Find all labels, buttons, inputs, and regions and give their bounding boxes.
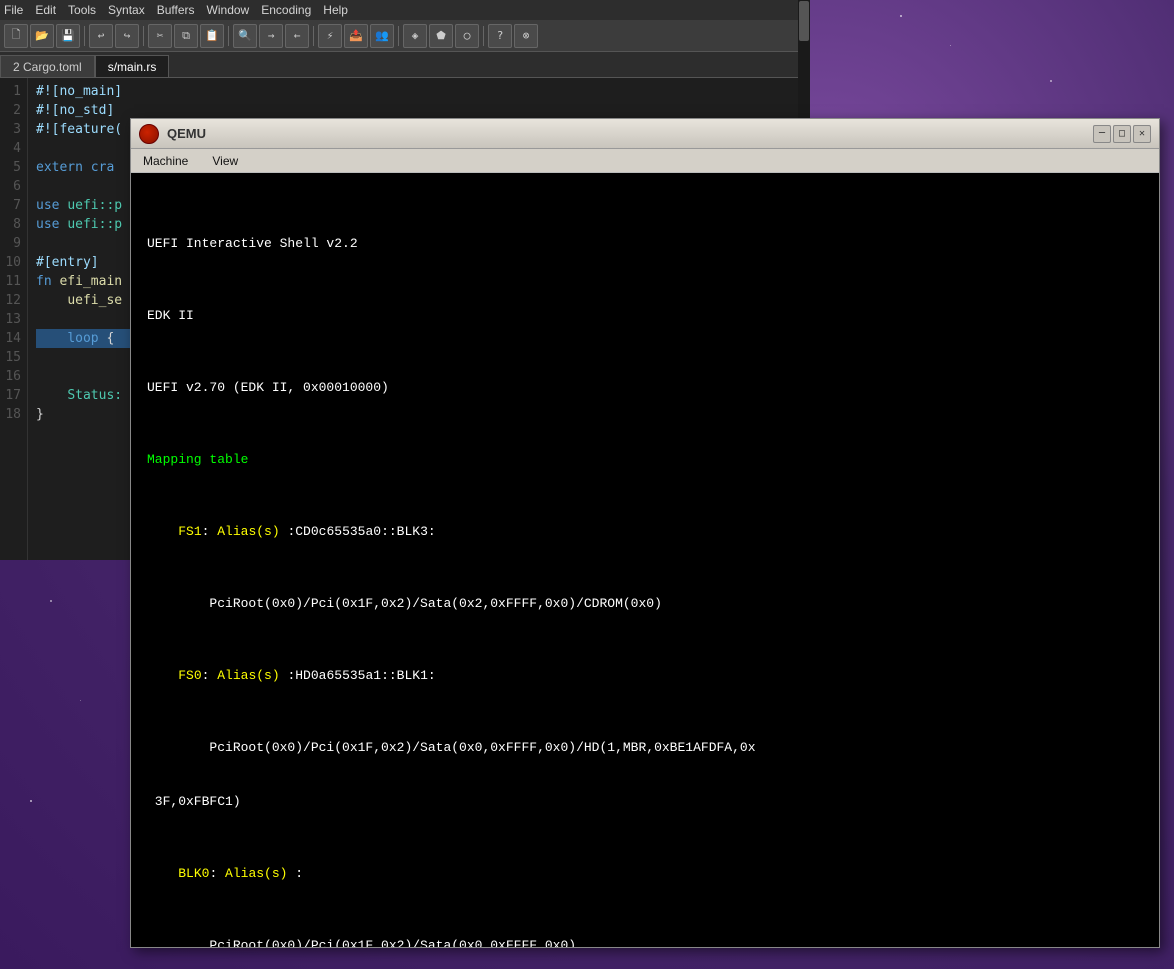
qemu-title: QEMU — [167, 126, 206, 141]
qemu-title-buttons: ─ □ ✕ — [1093, 125, 1151, 143]
open-button[interactable]: 📂 — [30, 24, 54, 48]
terminal-line-3: UEFI v2.70 (EDK II, 0x00010000) — [147, 379, 1143, 397]
terminal-line-2: EDK II — [147, 307, 1143, 325]
toolbar-sep-6 — [483, 26, 484, 46]
extra-btn-6[interactable]: ◯ — [455, 24, 479, 48]
editor-toolbar: 🗋 📂 💾 ↩ ↪ ✂ ⧉ 📋 🔍 → ← ⚡ 📤 👥 ◈ ⬟ ◯ ? ⊗ — [0, 20, 810, 52]
tab-cargo[interactable]: 2 Cargo.toml — [0, 55, 95, 77]
toolbar-sep-1 — [84, 26, 85, 46]
qemu-maximize-button[interactable]: □ — [1113, 125, 1131, 143]
menu-file[interactable]: File — [4, 3, 23, 17]
nav-forward-button[interactable]: → — [259, 24, 283, 48]
nav-back-button[interactable]: ← — [285, 24, 309, 48]
terminal-line-7: FS0: Alias(s) :HD0a65535a1::BLK1: — [147, 667, 1143, 685]
extra-btn-3[interactable]: 👥 — [370, 24, 394, 48]
terminal-line-8b: 3F,0xFBFC1) — [147, 793, 1143, 811]
copy-button[interactable]: ⧉ — [174, 24, 198, 48]
editor-menubar: File Edit Tools Syntax Buffers Window En… — [0, 0, 810, 20]
terminal-line-1: UEFI Interactive Shell v2.2 — [147, 235, 1143, 253]
help-button[interactable]: ? — [488, 24, 512, 48]
line-numbers: 1 2 3 4 5 6 7 8 9 10 11 12 13 14 15 16 1… — [0, 78, 28, 560]
menu-tools[interactable]: Tools — [68, 3, 96, 17]
extra-btn-5[interactable]: ⬟ — [429, 24, 453, 48]
toolbar-sep-4 — [313, 26, 314, 46]
new-button[interactable]: 🗋 — [4, 24, 28, 48]
menu-encoding[interactable]: Encoding — [261, 3, 311, 17]
extra-btn-1[interactable]: ⚡ — [318, 24, 342, 48]
toolbar-sep-5 — [398, 26, 399, 46]
menu-window[interactable]: Window — [207, 3, 250, 17]
qemu-screen[interactable]: UEFI Interactive Shell v2.2 EDK II UEFI … — [131, 173, 1159, 947]
terminal-line-8: PciRoot(0x0)/Pci(0x1F,0x2)/Sata(0x0,0xFF… — [147, 739, 1143, 757]
menu-edit[interactable]: Edit — [35, 3, 56, 17]
search-button[interactable]: 🔍 — [233, 24, 257, 48]
paste-button[interactable]: 📋 — [200, 24, 224, 48]
menu-help[interactable]: Help — [323, 3, 348, 17]
tab-main-rs[interactable]: s/main.rs — [95, 55, 170, 77]
terminal-line-10: PciRoot(0x0)/Pci(0x1F,0x2)/Sata(0x0,0xFF… — [147, 937, 1143, 947]
terminal-line-9: BLK0: Alias(s) : — [147, 865, 1143, 883]
qemu-menu-view[interactable]: View — [208, 152, 242, 170]
extra-btn-2[interactable]: 📤 — [344, 24, 368, 48]
redo-button[interactable]: ↪ — [115, 24, 139, 48]
qemu-logo-icon — [139, 124, 159, 144]
toolbar-sep-3 — [228, 26, 229, 46]
cut-button[interactable]: ✂ — [148, 24, 172, 48]
code-line-1: #![no_main] — [36, 82, 802, 101]
save-button[interactable]: 💾 — [56, 24, 80, 48]
terminal-line-6: PciRoot(0x0)/Pci(0x1F,0x2)/Sata(0x2,0xFF… — [147, 595, 1143, 613]
qemu-window: QEMU ─ □ ✕ Machine View UEFI Interactive… — [130, 118, 1160, 948]
terminal-line-4: Mapping table — [147, 451, 1143, 469]
extra-btn-4[interactable]: ◈ — [403, 24, 427, 48]
terminal-line-5: FS1: Alias(s) :CD0c65535a0::BLK3: — [147, 523, 1143, 541]
editor-tabs: 2 Cargo.toml s/main.rs — [0, 52, 810, 78]
menu-buffers[interactable]: Buffers — [157, 3, 195, 17]
menu-syntax[interactable]: Syntax — [108, 3, 145, 17]
stop-button[interactable]: ⊗ — [514, 24, 538, 48]
qemu-close-button[interactable]: ✕ — [1133, 125, 1151, 143]
qemu-titlebar: QEMU ─ □ ✕ — [131, 119, 1159, 149]
terminal-output: UEFI Interactive Shell v2.2 EDK II UEFI … — [147, 181, 1143, 947]
toolbar-sep-2 — [143, 26, 144, 46]
undo-button[interactable]: ↩ — [89, 24, 113, 48]
qemu-minimize-button[interactable]: ─ — [1093, 125, 1111, 143]
qemu-title-left: QEMU — [139, 124, 206, 144]
qemu-menubar: Machine View — [131, 149, 1159, 173]
qemu-menu-machine[interactable]: Machine — [139, 152, 192, 170]
